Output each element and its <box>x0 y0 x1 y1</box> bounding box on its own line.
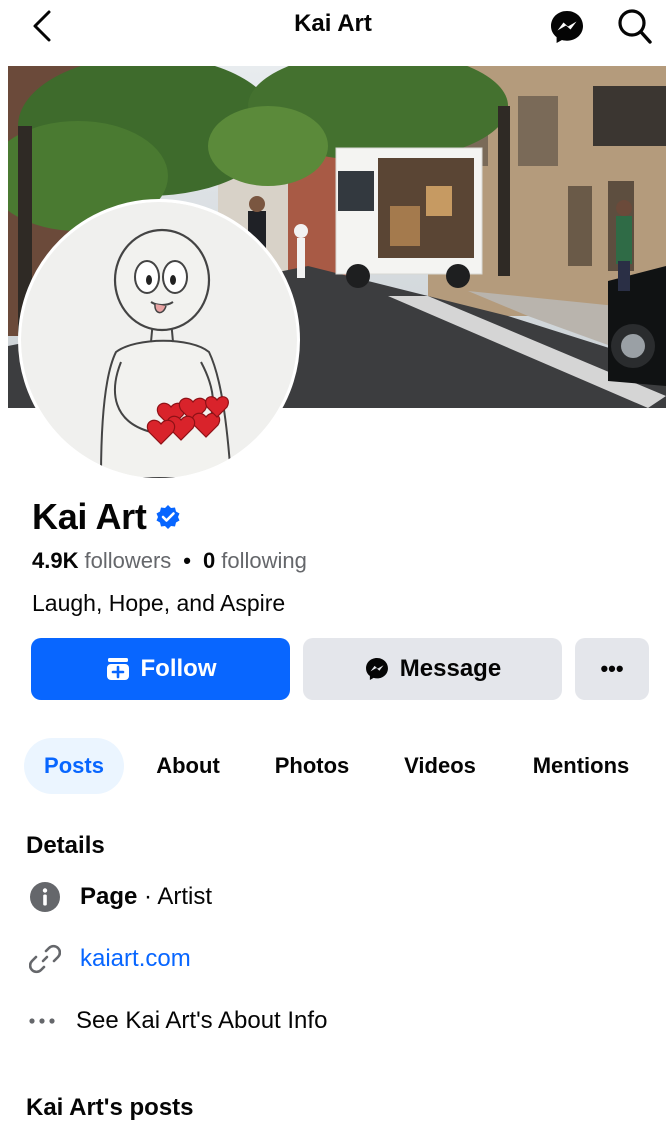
tab-photos[interactable]: Photos <box>260 738 364 794</box>
follow-label: Follow <box>140 655 217 682</box>
category-page-label: Page <box>80 883 138 910</box>
avatar <box>21 202 297 478</box>
tab-about[interactable]: About <box>140 738 236 794</box>
message-button[interactable]: Message <box>303 638 562 700</box>
profile-tabs: Posts About Photos Videos Mentions <box>24 738 644 794</box>
ellipsis-icon <box>28 1004 56 1038</box>
profile-bio: Laugh, Hope, and Aspire <box>32 590 286 616</box>
messenger-button[interactable] <box>546 6 588 48</box>
link-icon <box>28 942 62 976</box>
detail-website[interactable]: kaiart.com <box>28 942 191 976</box>
following-count[interactable]: 0 <box>203 548 215 574</box>
top-bar: Kai Art <box>0 0 666 56</box>
follow-button[interactable]: Follow <box>31 638 290 700</box>
profile-name: Kai Art <box>32 496 147 537</box>
message-label: Message <box>399 655 502 682</box>
posts-heading: Kai Art's posts <box>26 1094 194 1121</box>
profile-picture[interactable] <box>18 199 300 481</box>
info-icon <box>28 880 62 914</box>
following-label[interactable]: following <box>221 548 307 574</box>
follow-page-icon <box>106 658 129 680</box>
messenger-icon <box>551 11 583 43</box>
messenger-icon <box>365 658 388 680</box>
follower-stats: 4.9K followers • 0 following <box>32 548 307 574</box>
more-options-button[interactable]: ••• <box>575 638 649 700</box>
followers-label[interactable]: followers <box>84 548 171 574</box>
cartoon-figure-image <box>99 228 233 478</box>
tab-videos[interactable]: Videos <box>388 738 492 794</box>
tab-mentions[interactable]: Mentions <box>520 738 642 794</box>
about-info-link[interactable]: See Kai Art's About Info <box>76 1007 327 1035</box>
detail-category: Page · Artist <box>28 880 212 914</box>
name-row: Kai Art <box>32 496 181 538</box>
category-value: · Artist <box>137 883 213 910</box>
verified-badge-icon <box>156 505 180 529</box>
followers-count[interactable]: 4.9K <box>32 548 78 574</box>
tab-posts[interactable]: Posts <box>24 738 124 794</box>
search-button[interactable] <box>612 4 658 48</box>
stats-separator: • <box>183 548 191 573</box>
details-heading: Details <box>26 832 105 859</box>
website-link[interactable]: kaiart.com <box>80 945 191 973</box>
more-icon: ••• <box>600 656 624 681</box>
search-icon <box>618 9 652 44</box>
detail-about-info[interactable]: See Kai Art's About Info <box>28 1004 327 1038</box>
